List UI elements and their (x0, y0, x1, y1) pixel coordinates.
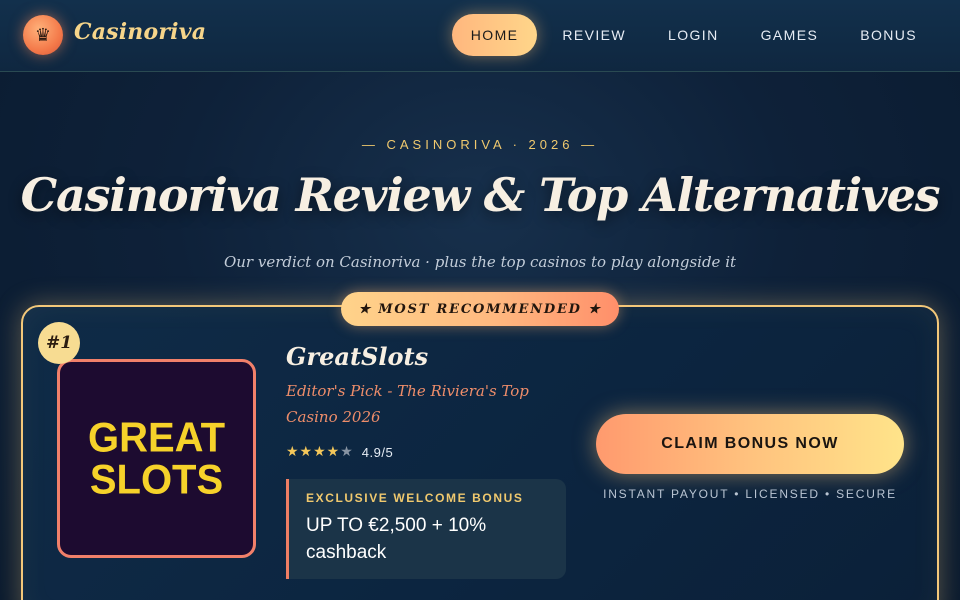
nav-login[interactable]: LOGIN (647, 14, 740, 56)
nav-games[interactable]: GAMES (740, 14, 840, 56)
greatslots-logo[interactable]: GREAT SLOTS (57, 359, 256, 558)
site-header: ♛ Casinoriva HOME REVIEW LOGIN GAMES BON… (0, 0, 960, 72)
casino-name[interactable]: GreatSlots (286, 342, 428, 371)
bonus-value: UP TO €2,500 + 10% cashback (306, 515, 487, 563)
star-rating-icon: ★★★★★ (286, 444, 354, 460)
rank-badge: #1 (38, 322, 80, 364)
trust-line: INSTANT PAYOUT • LICENSED • SECURE (603, 487, 897, 501)
bonus-label: EXCLUSIVE WELCOME BONUS (306, 491, 524, 505)
crown-logo-icon[interactable]: ♛ (23, 15, 63, 55)
welcome-bonus-box: EXCLUSIVE WELCOME BONUS UP TO €2,500 + 1… (286, 479, 566, 579)
nav-review[interactable]: REVIEW (541, 14, 647, 56)
nav-home[interactable]: HOME (451, 14, 538, 56)
most-recommended-ribbon: ★ MOST RECOMMENDED ★ (341, 292, 619, 326)
hero-kicker: — CASINORIVA · 2026 — (361, 137, 599, 152)
rating-score: 4.9/5 (361, 444, 394, 460)
stars-filled: ★★★★ (286, 444, 341, 460)
page-subtitle: Our verdict on Casinoriva · plus the top… (223, 253, 737, 271)
nav-bonus[interactable]: BONUS (839, 14, 938, 56)
site-logo-text[interactable]: Casinoriva (74, 19, 206, 45)
main-nav: HOME REVIEW LOGIN GAMES BONUS (451, 14, 938, 56)
rating: ★★★★★ 4.9/5 (286, 444, 393, 460)
claim-bonus-button[interactable]: CLAIM BONUS NOW (596, 414, 904, 474)
logo-line-1: GREAT (87, 414, 226, 461)
page-title: Casinoriva Review & Top Alternatives (20, 168, 941, 222)
casino-tagline: Editor's Pick - The Riviera's Top Casino… (286, 382, 529, 426)
stars-empty: ★ (340, 444, 354, 460)
logo-line-2: SLOTS (89, 456, 224, 503)
